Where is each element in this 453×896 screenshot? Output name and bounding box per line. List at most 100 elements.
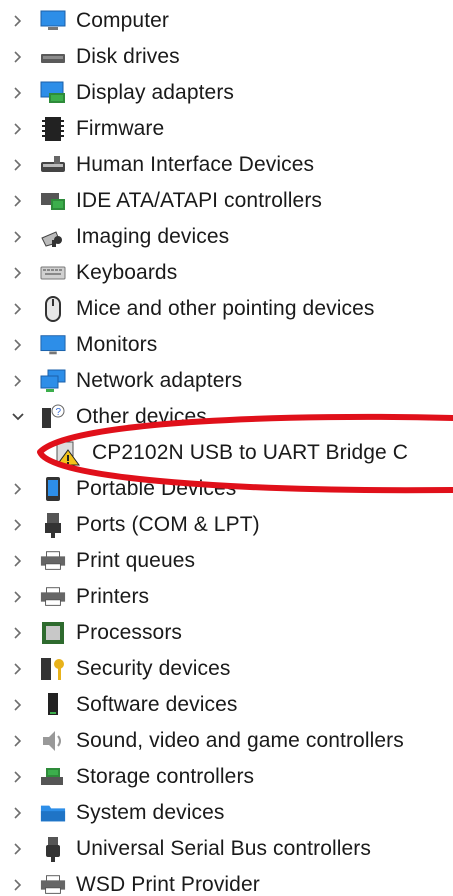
chevron-right-icon[interactable] bbox=[11, 75, 25, 111]
tree-item-label: Display adapters bbox=[76, 81, 235, 104]
tree-category-item[interactable]: ? Other devices bbox=[0, 399, 453, 435]
tree-category-item[interactable]: Firmware bbox=[0, 111, 453, 147]
firmware-chip-icon bbox=[40, 116, 66, 142]
chevron-right-icon[interactable] bbox=[11, 687, 25, 723]
disk-drive-icon bbox=[40, 44, 66, 70]
tree-category-item[interactable]: Storage controllers bbox=[0, 759, 453, 795]
chevron-right-icon[interactable] bbox=[11, 831, 25, 867]
chevron-right-icon[interactable] bbox=[11, 651, 25, 687]
chevron-right-icon[interactable] bbox=[11, 507, 25, 543]
chevron-right-icon[interactable] bbox=[11, 759, 25, 795]
speaker-icon bbox=[40, 728, 66, 754]
tree-item-label: Monitors bbox=[76, 333, 158, 356]
computer-icon bbox=[40, 8, 66, 34]
tree-category-item[interactable]: Human Interface Devices bbox=[0, 147, 453, 183]
chevron-down-icon[interactable] bbox=[11, 399, 25, 435]
tree-item-label: Ports (COM & LPT) bbox=[76, 513, 260, 536]
tree-category-item[interactable]: System devices bbox=[0, 795, 453, 831]
tree-category-item[interactable]: Security devices bbox=[0, 651, 453, 687]
tree-item-label: Disk drives bbox=[76, 45, 180, 68]
tree-item-label: Software devices bbox=[76, 693, 238, 716]
tree-category-item[interactable]: IDE ATA/ATAPI controllers bbox=[0, 183, 453, 219]
chevron-right-icon[interactable] bbox=[11, 615, 25, 651]
network-adapter-icon bbox=[40, 368, 66, 394]
mouse-icon bbox=[40, 296, 66, 322]
tree-item-label: WSD Print Provider bbox=[76, 873, 260, 896]
tree-item-label: Other devices bbox=[76, 405, 207, 428]
display-adapter-icon bbox=[40, 80, 66, 106]
tree-item-label: System devices bbox=[76, 801, 225, 824]
warning-device-icon bbox=[55, 440, 81, 466]
chevron-right-icon[interactable] bbox=[11, 111, 25, 147]
tree-category-item[interactable]: Portable Devices bbox=[0, 471, 453, 507]
tree-item-label: Firmware bbox=[76, 117, 165, 140]
tree-item-label: Network adapters bbox=[76, 369, 243, 392]
tree-item-label: Sound, video and game controllers bbox=[76, 729, 404, 752]
storage-controller-icon bbox=[40, 764, 66, 790]
chevron-right-icon[interactable] bbox=[11, 471, 25, 507]
system-folder-icon bbox=[40, 800, 66, 826]
tree-category-item[interactable]: Imaging devices bbox=[0, 219, 453, 255]
tree-item-label: Storage controllers bbox=[76, 765, 255, 788]
chevron-right-icon[interactable] bbox=[11, 219, 25, 255]
tree-category-item[interactable]: Network adapters bbox=[0, 363, 453, 399]
tree-item-label: Universal Serial Bus controllers bbox=[76, 837, 371, 860]
chevron-right-icon[interactable] bbox=[11, 579, 25, 615]
monitor-icon bbox=[40, 332, 66, 358]
tree-category-item[interactable]: Monitors bbox=[0, 327, 453, 363]
chevron-right-icon[interactable] bbox=[11, 327, 25, 363]
tree-category-item[interactable]: Mice and other pointing devices bbox=[0, 291, 453, 327]
chevron-right-icon[interactable] bbox=[11, 291, 25, 327]
tree-category-item[interactable]: Universal Serial Bus controllers bbox=[0, 831, 453, 867]
chevron-right-icon[interactable] bbox=[11, 39, 25, 75]
chevron-right-icon[interactable] bbox=[11, 723, 25, 759]
hid-icon bbox=[40, 152, 66, 178]
tree-category-item[interactable]: Computer bbox=[0, 3, 453, 39]
tree-category-item[interactable]: WSD Print Provider bbox=[0, 867, 453, 896]
tree-category-item[interactable]: Disk drives bbox=[0, 39, 453, 75]
security-key-icon bbox=[40, 656, 66, 682]
printer-icon bbox=[40, 584, 66, 610]
tree-category-item[interactable]: Printers bbox=[0, 579, 453, 615]
device-tree: Computer Disk drives Display adapters Firmw… bbox=[0, 0, 453, 896]
printer-icon bbox=[40, 548, 66, 574]
tree-item-label: Security devices bbox=[76, 657, 231, 680]
tree-category-item[interactable]: Print queues bbox=[0, 543, 453, 579]
tree-item-label: Processors bbox=[76, 621, 183, 644]
tree-category-item[interactable]: Display adapters bbox=[0, 75, 453, 111]
tree-item-label: Computer bbox=[76, 9, 170, 32]
tree-child-item[interactable]: CP2102N USB to UART Bridge C bbox=[0, 435, 453, 471]
tree-category-item[interactable]: Keyboards bbox=[0, 255, 453, 291]
tree-item-label: Imaging devices bbox=[76, 225, 230, 248]
tree-item-label: Keyboards bbox=[76, 261, 178, 284]
chevron-right-icon[interactable] bbox=[11, 867, 25, 896]
chevron-right-icon[interactable] bbox=[11, 795, 25, 831]
keyboard-icon bbox=[40, 260, 66, 286]
chevron-right-icon[interactable] bbox=[11, 147, 25, 183]
usb-icon bbox=[40, 836, 66, 862]
chevron-right-icon[interactable] bbox=[11, 3, 25, 39]
tree-category-item[interactable]: Sound, video and game controllers bbox=[0, 723, 453, 759]
printer-icon bbox=[40, 872, 66, 896]
tree-item-label: Mice and other pointing devices bbox=[76, 297, 375, 320]
tree-category-item[interactable]: Processors bbox=[0, 615, 453, 651]
ide-controller-icon bbox=[40, 188, 66, 214]
chevron-right-icon[interactable] bbox=[11, 255, 25, 291]
tree-item-label: Portable Devices bbox=[76, 477, 237, 500]
software-device-icon bbox=[40, 692, 66, 718]
processor-icon bbox=[40, 620, 66, 646]
tree-item-label: Printers bbox=[76, 585, 150, 608]
chevron-right-icon[interactable] bbox=[11, 543, 25, 579]
portable-device-icon bbox=[40, 476, 66, 502]
tree-item-label: Human Interface Devices bbox=[76, 153, 315, 176]
chevron-right-icon[interactable] bbox=[11, 183, 25, 219]
svg-text:?: ? bbox=[56, 407, 62, 418]
chevron-right-icon[interactable] bbox=[11, 363, 25, 399]
tree-item-label: CP2102N USB to UART Bridge C bbox=[92, 441, 408, 464]
tree-category-item[interactable]: Ports (COM & LPT) bbox=[0, 507, 453, 543]
port-icon bbox=[40, 512, 66, 538]
tree-category-item[interactable]: Software devices bbox=[0, 687, 453, 723]
tree-item-label: Print queues bbox=[76, 549, 196, 572]
unknown-device-icon: ? bbox=[40, 404, 66, 430]
camera-icon bbox=[40, 224, 66, 250]
